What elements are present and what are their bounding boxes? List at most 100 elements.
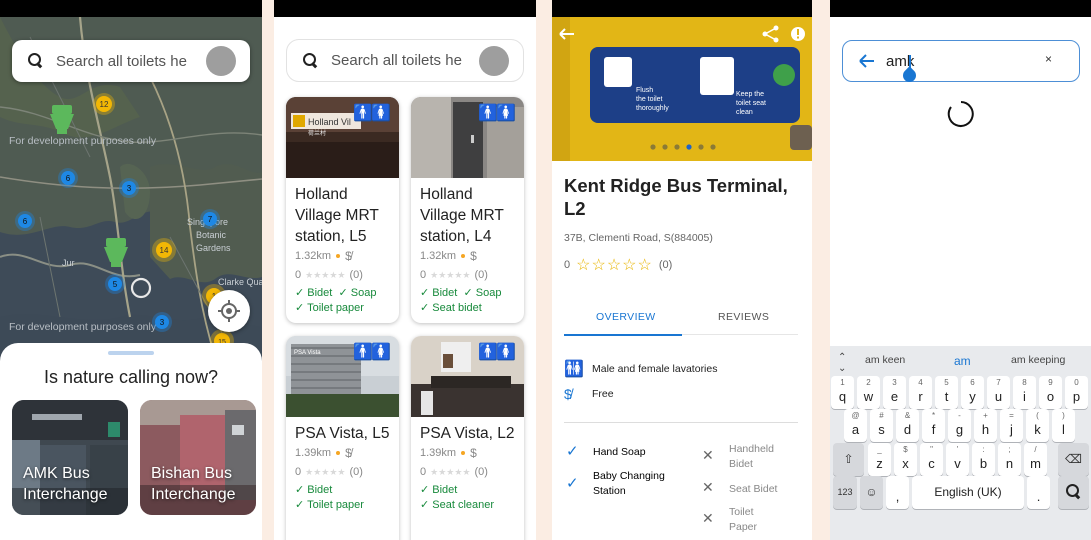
search-bar[interactable]: Search all toilets he [12,40,250,82]
key-p[interactable]: 0p [1065,376,1088,409]
key-r[interactable]: 4r [909,376,932,409]
card-title: Holland Village MRT station, L4 [420,186,504,245]
key-j[interactable]: = j [1000,409,1023,442]
sheet-handle[interactable] [108,351,154,355]
space-key[interactable]: English (UK) [912,476,1024,509]
key-u[interactable]: 7u [987,376,1010,409]
avatar[interactable] [479,45,509,76]
key-secondary: 9 [1048,378,1053,387]
back-arrow-icon[interactable] [857,51,877,71]
detail-screen: Flush the toilet thoroughly Keep the toi… [552,0,812,540]
carousel-dot[interactable] [674,144,680,150]
toilet-card[interactable]: Holland Vil 荷兰村 🚹🚺 Holland Village MRT st… [286,97,399,323]
amenity-available: Hand Soap [593,446,646,458]
backspace-key[interactable]: ⌫ [1058,443,1089,476]
rating-value: 0 [420,269,427,281]
gender-icon: 🚹🚺 [478,344,516,361]
carousel-dot[interactable] [650,144,656,150]
comma-key[interactable]: , [886,476,909,509]
info-icon[interactable] [791,27,805,41]
key-z[interactable]: _ z [868,443,891,476]
key-e[interactable]: 3e [883,376,906,409]
key-n[interactable]: ; n [998,443,1021,476]
key-y[interactable]: 6y [961,376,984,409]
cluster-marker[interactable]: 6 [58,168,78,188]
sign-text: clean [736,109,753,116]
loading-spinner-icon [947,101,974,127]
key-a[interactable]: @ a [844,409,867,442]
toilet-card[interactable]: 🚹🚺 Holland Village MRT station, L4 1.32k… [411,97,524,323]
cluster-marker[interactable]: 12 [93,93,115,115]
amenity-available: Baby Changing Station [593,470,665,497]
key-g[interactable]: -g [948,409,971,442]
suggestion[interactable]: am keeping [1011,354,1065,366]
search-input[interactable]: Search all toilets he [56,53,206,70]
key-primary: h [981,422,990,437]
feature: Toilet paper [307,499,364,511]
cluster-marker[interactable]: 3 [119,178,139,198]
keyboard[interactable]: ⌃ ⌄ am keen am am keeping 1q2w3e4r5t6y7u8… [830,346,1091,540]
suggestion[interactable]: am [954,354,971,368]
key-c[interactable]: " c [920,443,943,476]
nearby-card[interactable]: AMK Bus Interchange [12,400,128,515]
expand-suggestions-icon[interactable]: ⌃ ⌄ [838,352,846,374]
key-secondary: ( [1036,411,1039,420]
carousel-dot[interactable] [686,144,692,150]
search-bar[interactable]: Search all toilets he [286,39,524,82]
emoji-key[interactable]: ☺ [860,476,883,509]
svg-text:3: 3 [160,318,165,327]
key-w[interactable]: 2w [857,376,880,409]
key-t[interactable]: 5t [935,376,958,409]
cluster-marker[interactable]: 6 [15,211,35,231]
star-rating-icon: ★★★★★ [305,269,346,280]
amenity-unavailable: Toilet Paper [729,506,758,533]
search-key[interactable] [1058,476,1089,509]
key-l[interactable]: ) l [1052,409,1075,442]
key-x[interactable]: $ x [894,443,917,476]
bottom-sheet[interactable]: Is nature calling now? AMK Bus Interchang… [0,343,262,540]
key-h[interactable]: + h [974,409,997,442]
carousel-dot[interactable] [698,144,704,150]
carousel-dot[interactable] [662,144,668,150]
carousel-dot[interactable] [710,144,716,150]
key-q[interactable]: 1q [831,376,854,409]
key-secondary: 1 [840,378,845,387]
suggestion[interactable]: am keen [865,354,905,366]
toilet-card[interactable]: PSA Vista 🚹🚺 PSA Vista, L5 1.39km $̸ 0 ★★★… [286,336,399,540]
cluster-marker[interactable]: 7 [200,209,220,229]
rating-value: 0 [295,466,302,478]
shift-key[interactable]: ⇧ [833,443,864,476]
key-s[interactable]: # s [870,409,893,442]
star-rating-icon[interactable]: ☆☆☆☆☆ [576,255,653,275]
key-m[interactable]: / m [1024,443,1047,476]
page-title: Kent Ridge Bus Terminal, L2 [564,175,788,219]
gender-icon: 🚹🚺 [353,105,391,122]
key-v[interactable]: ' v [946,443,969,476]
cluster-marker[interactable]: 14 [152,238,176,262]
photo-carousel[interactable]: Flush the toilet thoroughly Keep the toi… [552,17,812,161]
clear-icon[interactable]: × [1045,52,1052,66]
crosshair-icon [218,300,240,322]
key-f[interactable]: * f [922,409,945,442]
key-b[interactable]: :b [972,443,995,476]
tab-reviews[interactable]: REVIEWS [718,311,769,323]
tab-overview[interactable]: OVERVIEW [596,311,656,323]
cluster-marker[interactable]: 5 [105,274,125,294]
period-key[interactable]: . [1027,476,1050,509]
key-d[interactable]: & d [896,409,919,442]
key-i[interactable]: 8i [1013,376,1036,409]
cluster-marker[interactable]: 3 [152,312,172,332]
distance: 1.39km [420,447,457,459]
search-input[interactable]: Search all toilets he [331,52,479,69]
nearby-card[interactable]: Bishan Bus Interchange [140,400,256,515]
gender-info: Male and female lavatories [592,363,718,375]
key-secondary: * [931,411,936,420]
symbols-key[interactable]: 123 [833,476,857,509]
key-k[interactable]: (k [1026,409,1049,442]
search-bar[interactable]: amk × [842,40,1080,85]
key-o[interactable]: 9o [1039,376,1062,409]
toilet-card[interactable]: 🚹🚺 PSA Vista, L2 1.39km $ 0 ★★★★★ (0) ✓ Bid… [411,336,524,540]
key-primary: e [890,389,899,404]
avatar[interactable] [206,46,236,76]
locate-button[interactable] [208,290,250,332]
